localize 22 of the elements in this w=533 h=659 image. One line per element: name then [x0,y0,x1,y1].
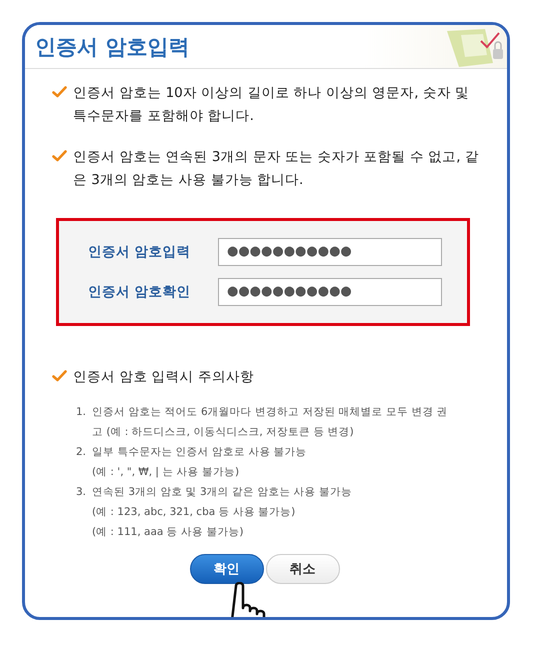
example-text: (예 : 111, aaa 등 사용 불가능) [92,525,244,540]
dialog-title: 인증서 암호입력 [35,34,190,60]
notice-text: 일부 특수문자는 인증서 암호로 사용 불가능 [92,445,308,460]
ok-button[interactable]: 확인 [190,554,264,584]
password-field[interactable]: ●●●●●●●●●●● [218,278,442,306]
notice-text: 연속된 3개의 암호 및 3개의 같은 암호는 사용 불가능 [92,485,354,500]
check-icon [52,370,67,382]
rule-text: 인증서 암호는 10자 이상의 길이로 하나 이상의 영문자, 숫자 및 특수문자를 포함해야 합니다. [73,84,470,126]
list-number: 1. [76,405,86,420]
list-number: 3. [76,485,86,500]
rule-text: 인증서 암호는 연속된 3개의 문자 또는 숫자가 포함될 수 없고, 같은 3개의 암호는 사용 불가능 합니다. [73,148,480,190]
example-text: (예 : ', ", ₩, | 는 사용 불가능) [92,465,240,480]
notice-heading: 인증서 암호 입력시 주의사항 [73,368,254,387]
check-icon [52,86,67,98]
example-text: (예 : 123, abc, 321, cba 등 사용 불가능) [92,505,296,520]
list-number: 2. [76,445,86,460]
check-icon [52,150,67,162]
field-label: 인증서 암호확인 [88,283,192,301]
field-label: 인증서 암호입력 [88,243,192,261]
notice-text: 인증서 암호는 적어도 6개월마다 변경하고 저장된 매체별로 모두 변경 권고 (예 : 하드디스크, 이동식디스크, 저장토큰 등 변경) [92,405,449,440]
cancel-button[interactable]: 취소 [266,554,340,584]
password-field[interactable]: ●●●●●●●●●●● [218,238,442,266]
